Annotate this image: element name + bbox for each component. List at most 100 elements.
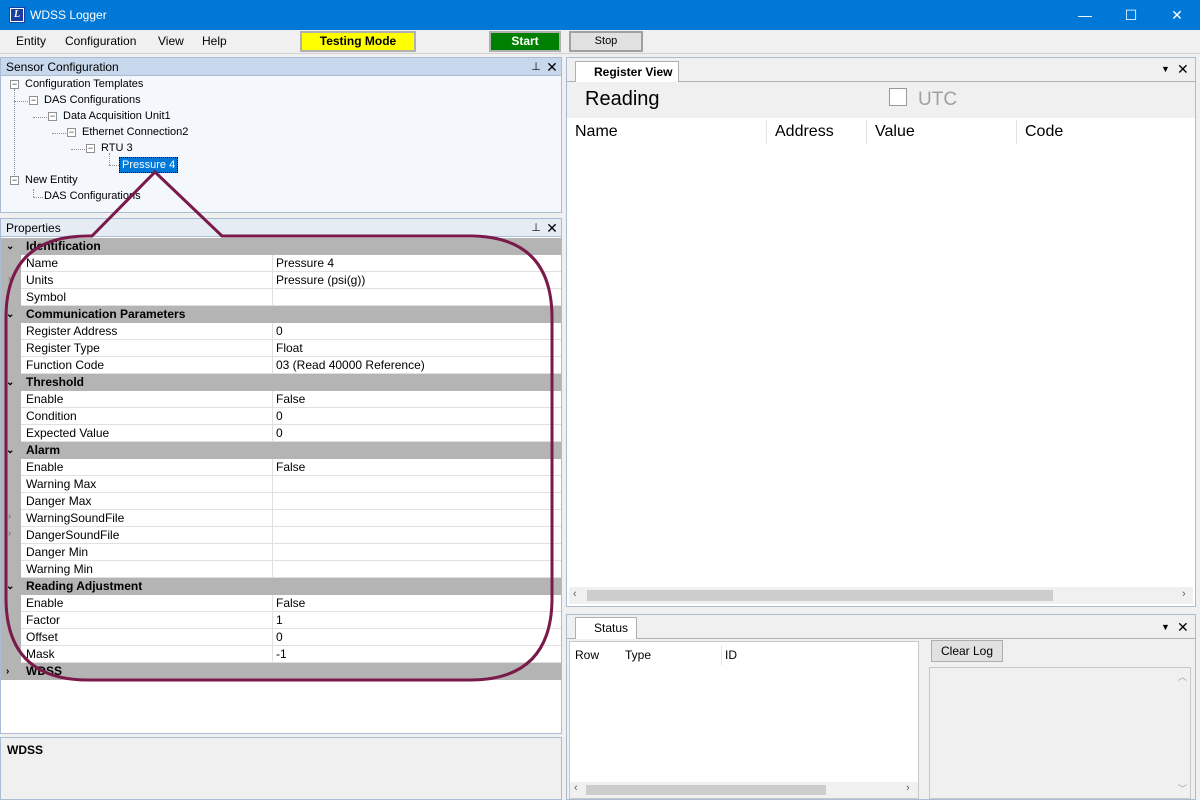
column-header-id[interactable]: ID (725, 648, 737, 662)
category-alarm[interactable]: ⌄ Alarm (1, 442, 561, 459)
menu-configuration[interactable]: Configuration (65, 34, 136, 48)
property-value[interactable]: 0 (276, 409, 283, 423)
chevron-down-icon[interactable]: ⌄ (6, 306, 14, 323)
property-row-factor[interactable]: Factor 1 (1, 612, 561, 629)
scrollbar-thumb[interactable] (586, 785, 826, 795)
property-value[interactable]: 1 (276, 613, 283, 627)
expand-icon[interactable]: › (8, 273, 11, 283)
chevron-down-icon[interactable]: ⌄ (6, 578, 14, 595)
chevron-down-icon[interactable]: ⌄ (6, 374, 14, 391)
close-button[interactable]: ✕ (1154, 0, 1200, 30)
close-panel-icon[interactable]: ✕ (545, 221, 559, 235)
horizontal-scrollbar[interactable]: ‹ › (569, 587, 1193, 604)
property-row-name[interactable]: Name Pressure 4 (1, 255, 561, 272)
chevron-down-icon[interactable]: ⌄ (6, 442, 14, 459)
property-row-mask[interactable]: Mask -1 (1, 646, 561, 663)
clear-log-button[interactable]: Clear Log (931, 640, 1003, 662)
scroll-up-icon[interactable]: ︿ (1178, 670, 1187, 683)
property-value[interactable]: False (276, 392, 305, 406)
property-row-function-code[interactable]: Function Code 03 (Read 40000 Reference) (1, 357, 561, 374)
property-row-units[interactable]: Units Pressure (psi(g)) › (1, 272, 561, 289)
tree-node-pressure-4[interactable]: Pressure 4 (119, 157, 179, 173)
scrollbar-thumb[interactable] (587, 590, 1053, 601)
menu-entity[interactable]: Entity (16, 34, 46, 48)
close-panel-icon[interactable]: ✕ (1177, 619, 1189, 636)
minimize-button[interactable]: — (1062, 0, 1108, 30)
collapse-icon[interactable]: − (48, 112, 57, 121)
stop-button[interactable]: Stop (569, 31, 643, 52)
collapse-icon[interactable]: − (86, 144, 95, 153)
dropdown-icon[interactable]: ▼ (1161, 622, 1170, 632)
property-row-danger-max[interactable]: Danger Max (1, 493, 561, 510)
category-threshold[interactable]: ⌄ Threshold (1, 374, 561, 391)
property-value[interactable]: False (276, 460, 305, 474)
property-row-warning-max[interactable]: Warning Max (1, 476, 561, 493)
tree-node-configuration-templates[interactable]: Configuration Templates (25, 78, 143, 90)
column-header-code[interactable]: Code (1017, 120, 1195, 144)
property-value[interactable]: False (276, 596, 305, 610)
tree-node-ethernet-connection2[interactable]: Ethernet Connection2 (82, 126, 188, 138)
property-row-danger-min[interactable]: Danger Min (1, 544, 561, 561)
property-row-register-type[interactable]: Register Type Float (1, 340, 561, 357)
pin-icon[interactable]: ⊥ (530, 222, 542, 234)
property-row-symbol[interactable]: Symbol (1, 289, 561, 306)
testing-mode-indicator[interactable]: Testing Mode (300, 31, 416, 52)
collapse-icon[interactable]: − (67, 128, 76, 137)
column-header-address[interactable]: Address (767, 120, 867, 144)
utc-checkbox[interactable] (889, 88, 907, 106)
property-row-warningsoundfile[interactable]: WarningSoundFile › (1, 510, 561, 527)
property-row-register-address[interactable]: Register Address 0 (1, 323, 561, 340)
property-row-expected-value[interactable]: Expected Value 0 (1, 425, 561, 442)
property-value[interactable]: 0 (276, 630, 283, 644)
expand-icon[interactable]: › (8, 511, 11, 521)
expand-icon[interactable]: › (8, 528, 11, 538)
scroll-right-icon[interactable]: › (906, 782, 910, 794)
tree-node-new-entity[interactable]: New Entity (25, 174, 78, 186)
status-hscrollbar[interactable]: ‹ › (570, 782, 918, 798)
vertical-scrollbar[interactable]: ︿ ﹀ (1174, 668, 1190, 798)
collapse-icon[interactable]: − (10, 176, 19, 185)
column-header-value[interactable]: Value (867, 120, 1017, 144)
property-row-dangersoundfile[interactable]: DangerSoundFile › (1, 527, 561, 544)
log-textbox[interactable]: ︿ ﹀ (929, 667, 1191, 799)
collapse-icon[interactable]: − (29, 96, 38, 105)
pin-icon[interactable]: ⊥ (530, 61, 542, 73)
category-identification[interactable]: ⌄ Identification (1, 238, 561, 255)
scroll-down-icon[interactable]: ﹀ (1178, 782, 1187, 795)
property-value[interactable]: Pressure (psi(g)) (276, 273, 365, 287)
property-value[interactable]: 0 (276, 426, 283, 440)
column-header-row[interactable]: Row (575, 648, 599, 662)
property-row-warning-min[interactable]: Warning Min (1, 561, 561, 578)
tab-register-view[interactable]: Register View (575, 61, 679, 83)
scroll-left-icon[interactable]: ‹ (573, 588, 577, 600)
scroll-left-icon[interactable]: ‹ (574, 782, 578, 794)
tree-node-rtu-3[interactable]: RTU 3 (101, 142, 133, 154)
tree-node-das-configurations[interactable]: DAS Configurations (44, 94, 141, 106)
maximize-button[interactable]: ☐ (1108, 0, 1154, 30)
menu-view[interactable]: View (158, 34, 184, 48)
status-list[interactable]: Row Type ID ‹ › (569, 641, 919, 799)
menu-help[interactable]: Help (202, 34, 227, 48)
scroll-right-icon[interactable]: › (1182, 588, 1186, 600)
collapse-icon[interactable]: − (10, 80, 19, 89)
property-row-offset[interactable]: Offset 0 (1, 629, 561, 646)
property-value[interactable]: Float (276, 341, 303, 355)
property-value[interactable]: Pressure 4 (276, 256, 334, 270)
chevron-right-icon[interactable]: › (6, 663, 9, 680)
property-row-condition[interactable]: Condition 0 (1, 408, 561, 425)
chevron-down-icon[interactable]: ⌄ (6, 238, 14, 255)
category-communication-parameters[interactable]: ⌄ Communication Parameters (1, 306, 561, 323)
category-wdss[interactable]: › WDSS (1, 663, 561, 680)
property-row-enable[interactable]: Enable False (1, 459, 561, 476)
property-value[interactable]: -1 (276, 647, 287, 661)
property-row-enable[interactable]: Enable False (1, 595, 561, 612)
dropdown-icon[interactable]: ▼ (1161, 64, 1170, 74)
column-header-type[interactable]: Type (625, 648, 651, 662)
column-header-name[interactable]: Name (567, 120, 767, 144)
property-value[interactable]: 0 (276, 324, 283, 338)
property-row-enable[interactable]: Enable False (1, 391, 561, 408)
tree-node-das-configurations-2[interactable]: DAS Configurations (44, 190, 141, 202)
start-button[interactable]: Start (489, 31, 561, 52)
tree-node-data-acquisition-unit1[interactable]: Data Acquisition Unit1 (63, 110, 171, 122)
close-panel-icon[interactable]: ✕ (1177, 61, 1189, 78)
